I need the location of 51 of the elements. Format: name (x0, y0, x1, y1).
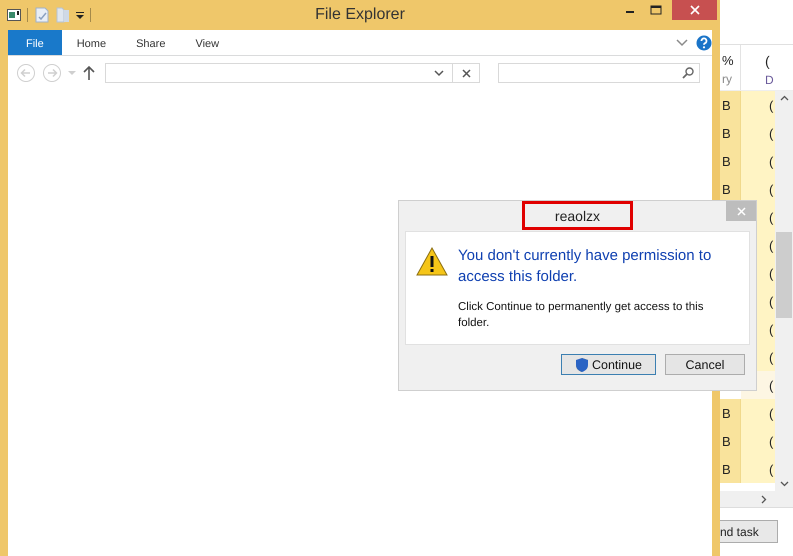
expand-ribbon-icon[interactable] (676, 38, 688, 46)
ribbon-tab[interactable]: Share (121, 30, 180, 55)
table-cell: ( (741, 399, 775, 427)
table-cell: ( (741, 119, 775, 147)
maximize-icon (650, 5, 662, 15)
end-task-button[interactable]: nd task (720, 520, 778, 543)
window-title: File Explorer (315, 6, 405, 23)
table-cell: B (720, 119, 741, 147)
table-cell: ( (741, 455, 775, 483)
column-header[interactable]: % (722, 53, 740, 68)
table-cell: B (720, 91, 741, 119)
warning-icon (416, 247, 448, 276)
table-cell: ( (741, 91, 775, 119)
up-button[interactable] (82, 65, 96, 81)
table-cell: ( (741, 147, 775, 175)
dialog-button[interactable]: Continue (561, 354, 656, 375)
shield-icon (574, 356, 589, 372)
help-icon[interactable] (696, 34, 712, 50)
dialog-message: Click Continue to permanently get access to this folder. (458, 300, 704, 331)
scroll-down-icon[interactable] (780, 481, 788, 487)
scroll-up-icon[interactable] (780, 95, 788, 101)
table-cell: B (720, 147, 741, 175)
scrollbar[interactable] (775, 91, 793, 491)
dialog-button[interactable]: Cancel (665, 354, 745, 375)
app-icon[interactable] (7, 9, 21, 21)
column-header[interactable]: ry (722, 72, 740, 86)
search-field[interactable] (498, 63, 700, 83)
table-cell: ( (741, 175, 775, 203)
address-field[interactable] (105, 63, 480, 83)
table-cell: B (720, 427, 741, 455)
table-cell: ( (741, 427, 775, 455)
chevron-down-icon[interactable] (434, 70, 444, 76)
close-icon (690, 5, 700, 15)
dialog-title: reaolzx (522, 201, 634, 230)
search-icon (682, 67, 694, 79)
clear-icon[interactable] (462, 68, 470, 78)
properties-icon[interactable] (34, 7, 50, 23)
horizontal-scrollbar[interactable] (720, 491, 793, 507)
ribbon-tab[interactable]: View (180, 30, 234, 55)
ribbon-tab[interactable]: Home (62, 30, 122, 55)
close-button[interactable] (672, 0, 717, 20)
table-cell: B (720, 399, 741, 427)
table-cell: B (720, 455, 741, 483)
scroll-right-icon[interactable] (761, 494, 767, 504)
dropdown-icon[interactable] (76, 11, 84, 19)
close-icon (736, 206, 746, 216)
dialog-heading: You don't currently have permission to access this folder. (458, 246, 712, 287)
column-header[interactable]: D (765, 72, 793, 86)
column-header[interactable]: ( (765, 52, 793, 68)
ribbon-tab[interactable]: File (8, 30, 62, 55)
scrollbar-thumb[interactable] (776, 232, 792, 318)
